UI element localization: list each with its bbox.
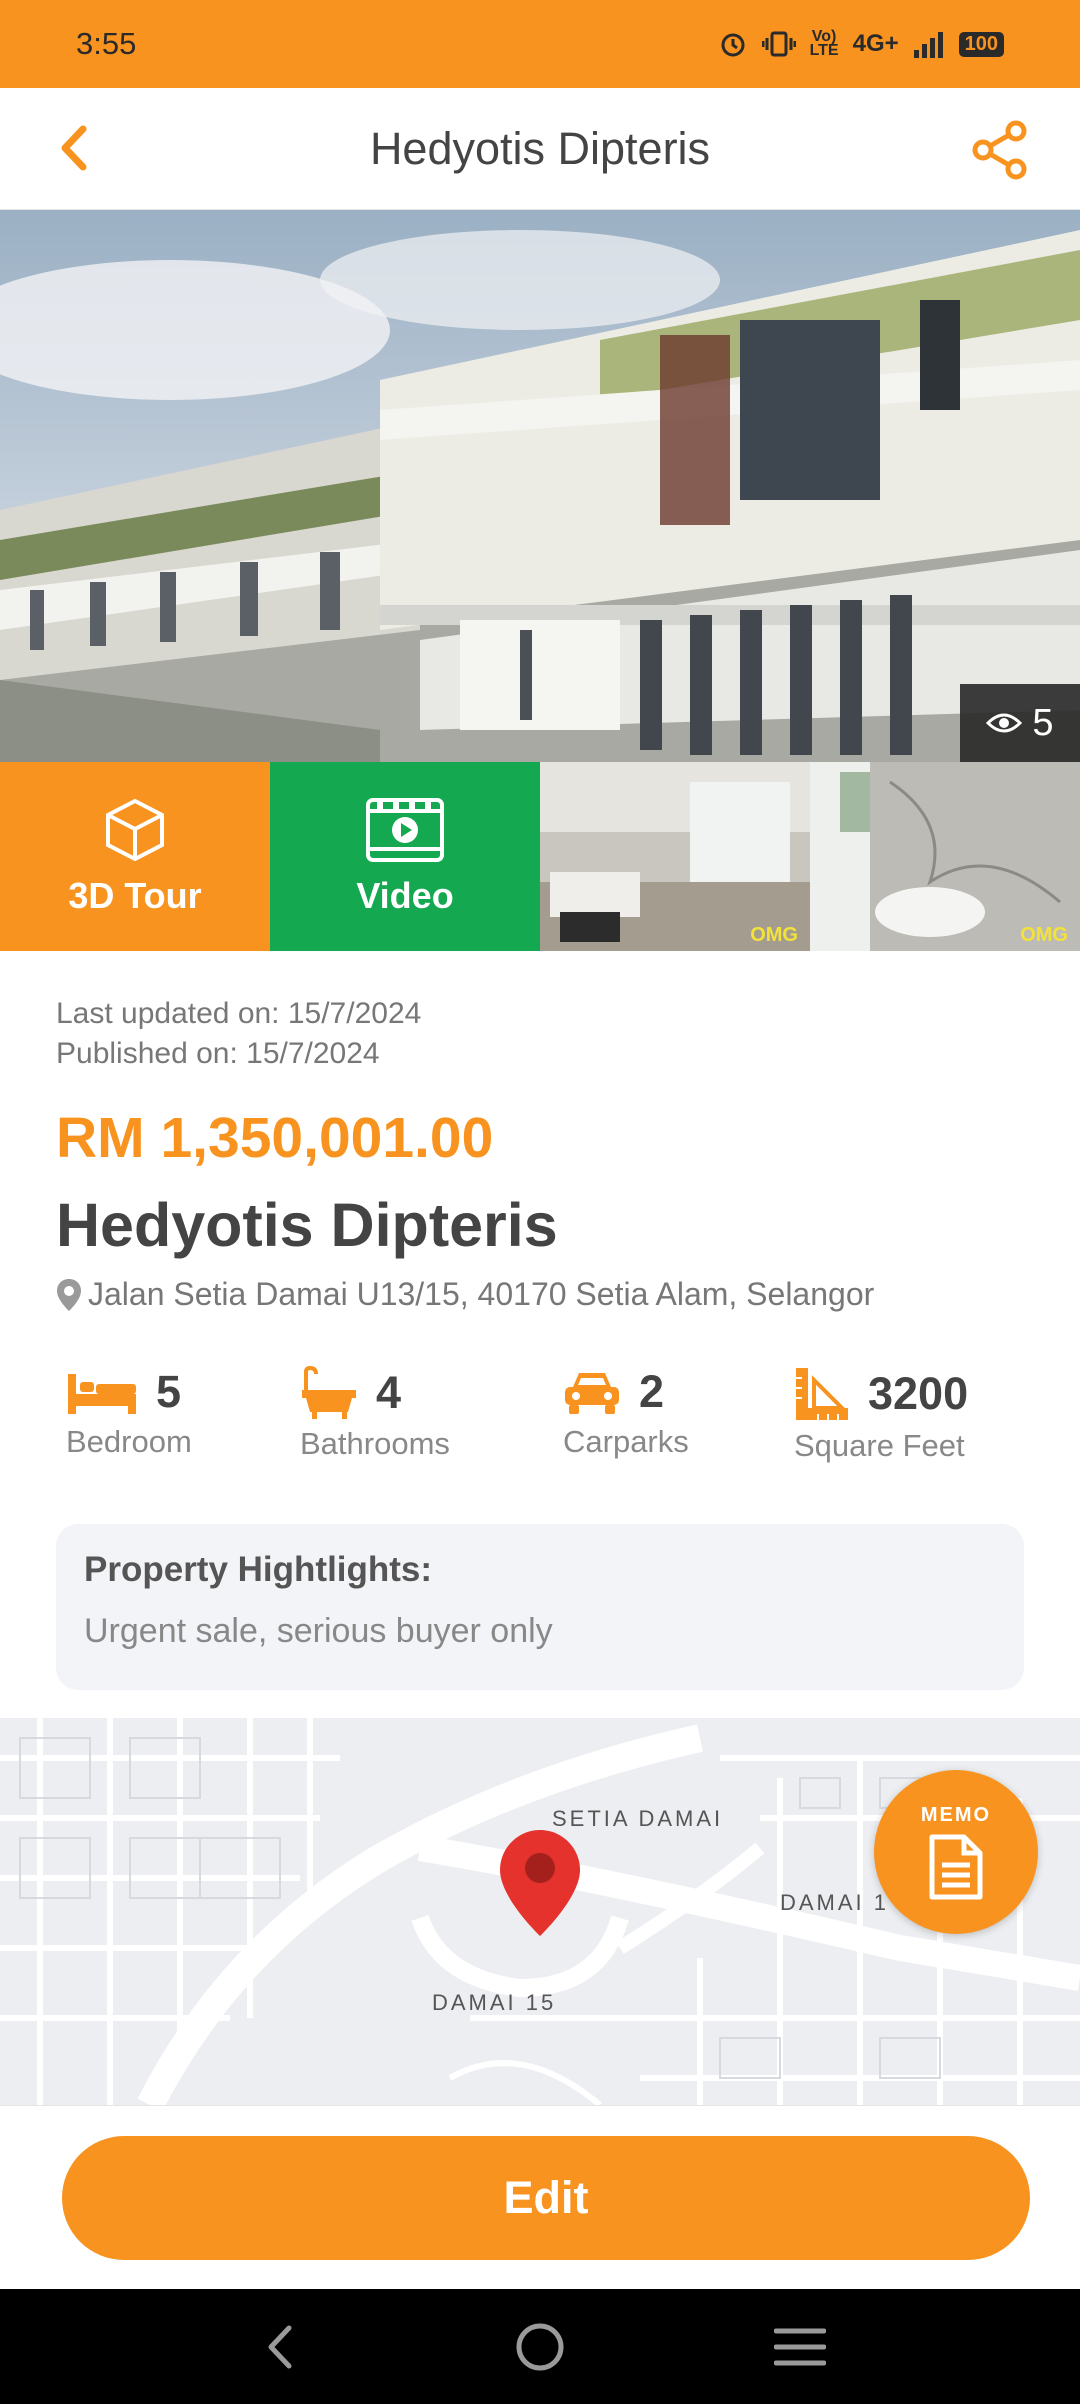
location-map[interactable]: SETIA DAMAI DAMAI 1 DAMAI 15 MEMO <box>0 1718 1080 2105</box>
feature-label: Square Feet <box>794 1428 965 1463</box>
network-type: 4G+ <box>852 30 899 57</box>
bathtub-icon <box>302 1366 356 1419</box>
feature-value: 5 <box>156 1366 182 1417</box>
memo-button[interactable]: MEMO <box>874 1770 1038 1934</box>
eye-icon <box>986 713 1023 733</box>
bathroom-photo <box>810 762 1080 951</box>
feature-value: 4 <box>376 1367 402 1418</box>
view-count: 5 <box>1032 701 1054 744</box>
chevron-left-icon <box>61 125 87 171</box>
highlights-title: Property Hightlights: <box>84 1550 433 1589</box>
car-icon <box>565 1373 619 1414</box>
feature-value: 2 <box>639 1366 665 1417</box>
page-title: Hedyotis Dipteris <box>369 122 711 174</box>
share-icon <box>972 120 1027 180</box>
map-pin-icon <box>500 1830 580 1936</box>
watermark-logo: OMG <box>750 924 798 946</box>
video-button[interactable]: Video <box>270 762 540 951</box>
bed-icon <box>68 1374 136 1414</box>
property-price: RM 1,350,001.00 <box>56 1106 494 1170</box>
feature-label: Bedroom <box>66 1424 192 1459</box>
bottom-action-area: Edit <box>0 2105 1080 2289</box>
map-label: DAMAI 1 <box>780 1890 890 1915</box>
tour-3d-label: 3D Tour <box>68 874 202 916</box>
edit-button[interactable]: Edit <box>62 2136 1030 2260</box>
app-bar: Hedyotis Dipteris <box>0 88 1080 210</box>
feature-label: Carparks <box>563 1424 689 1459</box>
video-label: Video <box>356 874 454 916</box>
ruler-icon <box>796 1368 848 1420</box>
view-count-badge: 5 <box>960 684 1080 762</box>
nav-back-icon <box>268 2325 292 2368</box>
signal-icon <box>913 32 943 58</box>
status-bar: 3:55 Vo) LTE 4G+ 100 <box>0 0 1080 88</box>
video-icon <box>366 797 444 862</box>
cube-icon <box>106 798 164 861</box>
back-button[interactable] <box>44 118 104 178</box>
address-text: Jalan Setia Damai U13/15, 40170 Setia Al… <box>88 1276 875 1312</box>
nav-home-button[interactable] <box>505 2312 575 2382</box>
system-nav-bar <box>0 2289 1080 2404</box>
property-address: Jalan Setia Damai U13/15, 40170 Setia Al… <box>56 1276 874 1313</box>
nav-menu-button[interactable] <box>765 2312 835 2382</box>
bedroom-photo <box>540 762 810 951</box>
status-time: 3:55 <box>76 26 137 61</box>
tour-3d-button[interactable]: 3D Tour <box>0 762 270 951</box>
nav-menu-icon <box>774 2328 826 2365</box>
map-label: SETIA DAMAI <box>552 1806 724 1831</box>
property-highlights: Property Hightlights: Urgent sale, serio… <box>56 1524 1024 1690</box>
feature-bathrooms: 4 Bathrooms <box>300 1366 450 1462</box>
feature-bedroom: 5 Bedroom <box>66 1366 192 1460</box>
photo-thumbnail[interactable]: OMG <box>810 762 1080 951</box>
highlights-text: Urgent sale, serious buyer only <box>84 1612 553 1650</box>
photo-thumbnail[interactable]: OMG <box>540 762 810 951</box>
feature-label: Bathrooms <box>300 1426 450 1461</box>
map-label: DAMAI 15 <box>432 1990 557 2015</box>
watermark-logo: OMG <box>1020 924 1068 946</box>
published-text: Published on: 15/7/2024 <box>56 1037 380 1070</box>
share-button[interactable] <box>968 118 1032 182</box>
vibrate-icon <box>761 31 796 57</box>
listing-dates: Last updated on: 15/7/2024 Published on:… <box>56 994 421 1074</box>
feature-carparks: 2 Carparks <box>563 1366 689 1460</box>
location-pin-icon <box>57 1278 81 1311</box>
battery-indicator: 100 <box>958 31 1004 57</box>
feature-square-feet: 3200 Square Feet <box>794 1366 968 1464</box>
media-strip: 3D Tour Video OMG OMG <box>0 762 1080 951</box>
property-hero-image[interactable]: 5 <box>0 210 1080 762</box>
house-photo <box>0 210 1080 762</box>
status-icons: Vo) LTE 4G+ 100 <box>718 29 1004 59</box>
alarm-icon <box>721 33 745 57</box>
feature-value: 3200 <box>868 1368 969 1419</box>
volte-icon: Vo) LTE <box>809 28 839 59</box>
nav-back-button[interactable] <box>245 2312 315 2382</box>
property-name: Hedyotis Dipteris <box>56 1191 558 1259</box>
property-features: 5 Bedroom 4 Bathrooms 2 Carparks 3200 Sq… <box>0 1366 1080 1476</box>
document-icon <box>929 1834 983 1899</box>
nav-home-icon <box>516 2323 564 2370</box>
memo-label: MEMO <box>920 1803 992 1826</box>
last-updated-text: Last updated on: 15/7/2024 <box>56 997 422 1030</box>
